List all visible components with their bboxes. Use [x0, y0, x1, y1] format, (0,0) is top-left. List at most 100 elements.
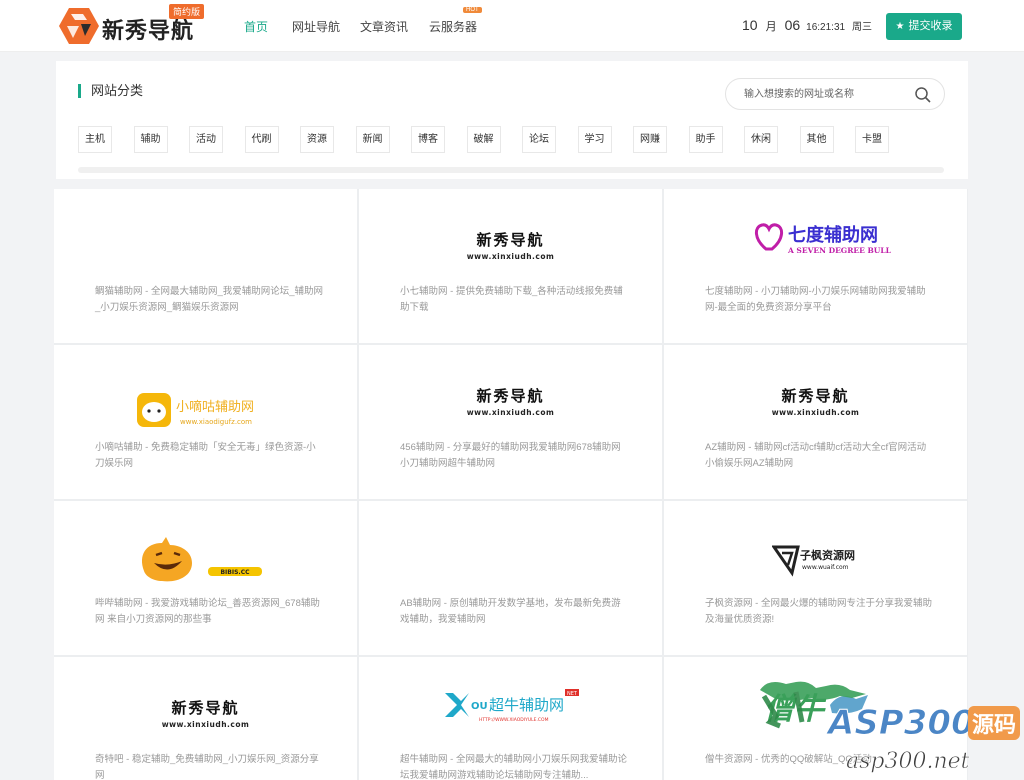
category-tag[interactable]: 网赚 — [633, 126, 667, 153]
site-logo-image: 新秀导航 www.xinxiudh.com — [359, 385, 662, 417]
site-logo-image: 新秀导航 www.xinxiudh.com — [664, 385, 967, 417]
category-tag[interactable]: 活动 — [189, 126, 223, 153]
qidu-logo-image: 七度辅助网 A SEVEN DEGREE BULL — [755, 223, 892, 255]
category-tag[interactable]: 休闲 — [744, 126, 778, 153]
site-logo-area: 七度辅助网 A SEVEN DEGREE BULL — [664, 217, 967, 273]
site-logo-title: 七度辅助网 — [788, 224, 878, 246]
category-tag[interactable]: 主机 — [78, 126, 112, 153]
site-description: AZ辅助网 - 辅助网cf活动cf辅助cf活动大全cf官网活动小偷娱乐网AZ辅助… — [705, 442, 927, 469]
category-tag[interactable]: 破解 — [466, 126, 501, 153]
site-logo-title: 新秀导航 — [476, 231, 545, 249]
site-card[interactable]: OU 超牛辅助网 NET HTTP://WWW.XIAODIYULE.COM 超… — [359, 657, 662, 780]
site-grid: 鲷猫辅助网 - 全网最大辅助网_我爱辅助网论坛_辅助网_小刀娱乐资源网_鲷猫娱乐… — [54, 189, 968, 780]
svg-text:OU: OU — [471, 701, 488, 712]
site-logo-url: www.xinxiudh.com — [466, 408, 555, 417]
site-description: 超牛辅助网 - 全网最大的辅助网小刀娱乐网我爱辅助论坛我爱辅助网游戏辅助论坛辅助… — [400, 754, 627, 780]
site-logo-area: 新秀导航 www.xinxiudh.com — [359, 373, 662, 429]
site-logo-title: 新秀导航 — [171, 699, 240, 717]
category-tags: 主机 辅助 活动 代刷 资源 新闻 博客 破解 论坛 学习 网赚 助手 休闲 其他 卡盟 — [78, 126, 958, 154]
xiaodigu-logo-image: 小嘀咕辅助网 www.xiaodigufz.com — [137, 393, 254, 427]
site-description: 哔哔辅助网 - 我爱游戏辅助论坛_善恶资源网_678辅助网 来自小刀资源网的那些… — [95, 598, 320, 625]
sengniu-logo-image: 僧牛 — [764, 692, 868, 727]
site-logo-title: 小嘀咕辅助网 — [176, 399, 254, 415]
category-tag[interactable]: 论坛 — [522, 126, 556, 153]
nav-hot-badge: HOT — [463, 7, 482, 13]
site-logo-url: www.xinxiudh.com — [466, 252, 555, 261]
category-scrollbar[interactable] — [78, 167, 944, 173]
category-tag[interactable]: 卡盟 — [855, 126, 889, 153]
site-logo-area: 新秀导航 www.xinxiudh.com — [664, 373, 967, 429]
category-tag[interactable]: 代刷 — [244, 126, 279, 153]
site-card[interactable]: 七度辅助网 A SEVEN DEGREE BULL 七度辅助网 - 小刀辅助网-… — [664, 189, 967, 343]
nav-site-directory[interactable]: 网址导航 — [292, 18, 340, 35]
site-logo-area: 新秀导航 www.xinxiudh.com — [54, 685, 357, 741]
search-icon[interactable] — [914, 86, 932, 104]
bibis-logo-image: BIBIS.CC — [142, 537, 262, 582]
category-title: 网站分类 — [78, 84, 143, 98]
category-tag[interactable]: 博客 — [411, 126, 445, 153]
site-description: 僧牛资源网 - 优秀的QQ破解站_QQ活动 — [705, 754, 872, 765]
site-logo-url: www.xinxiudh.com — [771, 408, 860, 417]
date-time-display: 10 月 06 16:21:31 周三 — [742, 17, 872, 34]
date-month: 10 — [742, 17, 758, 33]
site-logo-badge: NET — [567, 691, 578, 697]
site-logo-title: 新秀导航 — [476, 387, 545, 405]
site-logo-url: HTTP://WWW.XIAODIYULE.COM — [479, 717, 549, 723]
date-day: 06 — [784, 17, 801, 33]
submit-site-button[interactable]: ★ 提交收录 — [886, 13, 962, 40]
site-card[interactable]: 僧牛 僧牛资源网 - 优秀的QQ破解站_QQ活动 — [664, 657, 967, 780]
site-logo-url: www.xiaodigufz.com — [180, 418, 252, 426]
category-tag[interactable]: 其他 — [799, 126, 834, 153]
site-logo-title: 超牛辅助网 — [489, 696, 564, 714]
logo-edition-badge: 简约版 — [169, 4, 205, 19]
category-tag[interactable]: 资源 — [300, 126, 334, 153]
category-tag[interactable]: 辅助 — [133, 126, 168, 153]
search-box — [725, 78, 945, 110]
submit-site-label: 提交收录 — [908, 20, 953, 32]
site-description: 七度辅助网 - 小刀辅助网-小刀娱乐网辅助网我爱辅助网-最全面的免费资源分享平台 — [705, 286, 926, 313]
site-logo-area: BIBIS.CC — [54, 529, 357, 585]
site-card[interactable]: AB辅助网 - 原创辅助开发数学基地，发布最新免费游戏辅助，我爱辅助网 — [359, 501, 662, 655]
site-description: 奇特吧 - 稳定辅助_免费辅助网_小刀娱乐网_资源分享网 — [95, 754, 319, 780]
nav-home[interactable]: 首页 — [244, 18, 268, 35]
category-panel: 网站分类 主机辅助活动代刷资源新闻博客破解论坛学习网赚助手休闲其他卡盟 — [56, 61, 968, 179]
site-logo-title: 子枫资源网 — [800, 548, 855, 562]
site-card[interactable]: 子枫资源网 www.wuaif.com 子枫资源网 - 全网最火爆的辅助网专注于… — [664, 501, 967, 655]
site-card[interactable]: 新秀导航 www.xinxiudh.com 小七辅助网 - 提供免费辅助下载_各… — [359, 189, 662, 343]
site-logo-title: 新秀导航 — [781, 387, 850, 405]
category-tag[interactable]: 新闻 — [355, 126, 390, 153]
hexagon-logo-icon — [59, 8, 99, 44]
search-input[interactable] — [744, 85, 904, 103]
nav-articles[interactable]: 文章资讯 — [360, 18, 408, 35]
site-logo-area — [54, 217, 357, 273]
site-card[interactable]: 新秀导航 www.xinxiudh.com 456辅助网 - 分享最好的辅助网我… — [359, 345, 662, 499]
top-header: 新秀导航 简约版 首页 网址导航 文章资讯 云服务器 HOT 10 月 06 16:2… — [0, 0, 1024, 52]
site-logo-image: 新秀导航 www.xinxiudh.com — [54, 697, 357, 729]
site-card[interactable]: 新秀导航 www.xinxiudh.com AZ辅助网 - 辅助网cf活动cf辅… — [664, 345, 967, 499]
site-logo-url: www.xinxiudh.com — [161, 720, 250, 729]
site-logo-title: 僧牛 — [764, 692, 827, 727]
site-logo-subtitle: A SEVEN DEGREE BULL — [787, 246, 892, 255]
site-description: 小嘀咕辅助 - 免费稳定辅助「安全无毒」绿色资源-小刀娱乐网 — [95, 442, 316, 469]
site-logo-url: BIBIS.CC — [220, 569, 250, 576]
site-card[interactable]: 小嘀咕辅助网 www.xiaodigufz.com 小嘀咕辅助 - 免费稳定辅助… — [54, 345, 357, 499]
site-card[interactable]: 鲷猫辅助网 - 全网最大辅助网_我爱辅助网论坛_辅助网_小刀娱乐资源网_鲷猫娱乐… — [54, 189, 357, 343]
site-logo-area: 新秀导航 www.xinxiudh.com — [359, 217, 662, 273]
site-logo-url: www.wuaif.com — [802, 564, 849, 571]
nav-cloud-server[interactable]: 云服务器 — [429, 18, 477, 35]
site-logo[interactable]: 新秀导航 简约版 — [57, 4, 205, 48]
site-card[interactable]: BIBIS.CC 哔哔辅助网 - 我爱游戏辅助论坛_善恶资源网_678辅助网 来… — [54, 501, 357, 655]
site-description: 鲷猫辅助网 - 全网最大辅助网_我爱辅助网论坛_辅助网_小刀娱乐资源网_鲷猫娱乐… — [95, 286, 324, 313]
site-logo-area: 子枫资源网 www.wuaif.com — [664, 529, 967, 585]
site-logo-area: OU 超牛辅助网 NET HTTP://WWW.XIAODIYULE.COM — [359, 685, 662, 741]
chaoniu-logo-image: OU 超牛辅助网 NET HTTP://WWW.XIAODIYULE.COM — [445, 689, 579, 723]
category-tag[interactable]: 助手 — [688, 126, 723, 153]
category-tag[interactable]: 学习 — [577, 126, 612, 153]
weekday: 周三 — [851, 22, 872, 33]
star-icon: ★ — [895, 21, 905, 32]
watermark-brand-cn: 源码 — [972, 713, 1016, 738]
site-description: 小七辅助网 - 提供免费辅助下载_各种活动线报免费辅助下载 — [400, 286, 623, 313]
date-month-unit: 月 — [765, 21, 777, 33]
site-card[interactable]: 新秀导航 www.xinxiudh.com 奇特吧 - 稳定辅助_免费辅助网_小… — [54, 657, 357, 780]
site-logo-area — [359, 529, 662, 585]
